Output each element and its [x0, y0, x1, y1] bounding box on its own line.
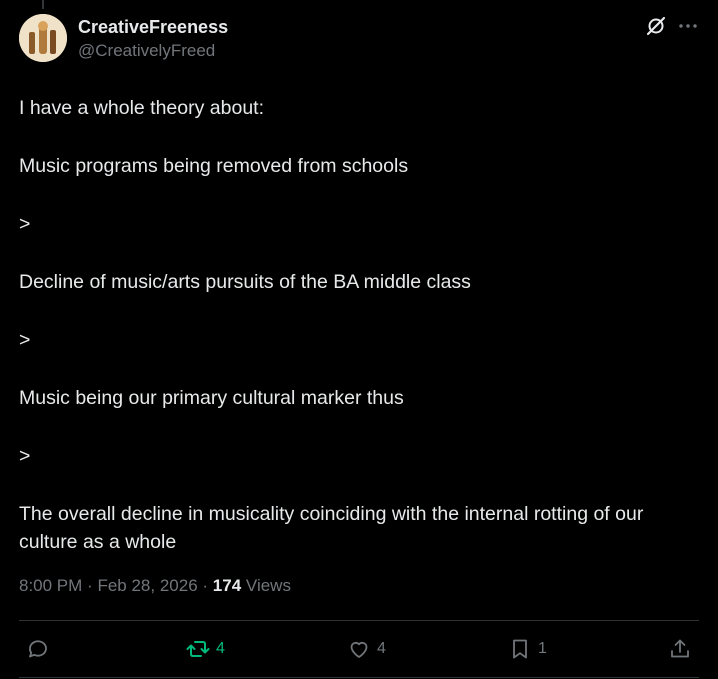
divider-bottom [19, 677, 699, 678]
share-icon [671, 639, 689, 658]
avatar-image [19, 14, 67, 62]
repost-button[interactable]: 4 [186, 634, 225, 664]
share-button[interactable] [668, 634, 692, 664]
views-count: 174 [212, 576, 242, 595]
repost-count: 4 [216, 640, 225, 657]
reply-icon [29, 640, 47, 658]
like-button[interactable]: 4 [347, 634, 386, 664]
reply-button[interactable] [26, 634, 50, 664]
meta-separator: · [87, 576, 93, 595]
repost-icon [186, 641, 210, 657]
grok-icon[interactable] [644, 14, 668, 38]
avatar[interactable] [19, 14, 67, 62]
post-paragraph: Music programs being removed from school… [19, 155, 409, 177]
post-paragraph: I have a whole theory about: [19, 97, 264, 119]
views-label: Views [245, 576, 291, 595]
thread-connector-line [42, 0, 44, 9]
post-paragraph: The overall decline in musicality coinci… [19, 503, 649, 553]
bookmark-count: 1 [538, 640, 547, 657]
bookmark-icon [513, 639, 527, 659]
more-options-icon[interactable] [676, 14, 700, 38]
post-paragraph: > [19, 445, 31, 467]
bookmark-button[interactable]: 1 [508, 634, 547, 664]
post-paragraph: > [19, 213, 31, 235]
author-handle[interactable]: @CreativelyFreed [78, 41, 215, 61]
heart-icon [350, 641, 368, 658]
divider-top [19, 620, 699, 621]
post-time[interactable]: 8:00 PM [19, 576, 82, 595]
post-text: I have a whole theory about: Music progr… [19, 94, 689, 556]
post-metadata: 8:00 PM · Feb 28, 2026 · 174 Views [19, 576, 291, 596]
post-date[interactable]: Feb 28, 2026 [97, 576, 197, 595]
post-paragraph: Decline of music/arts pursuits of the BA… [19, 271, 471, 293]
post-paragraph: > [19, 329, 31, 351]
like-count: 4 [377, 640, 386, 657]
post-paragraph: Music being our primary cultural marker … [19, 387, 404, 409]
meta-separator: · [202, 576, 209, 595]
author-display-name[interactable]: CreativeFreeness [78, 17, 228, 38]
